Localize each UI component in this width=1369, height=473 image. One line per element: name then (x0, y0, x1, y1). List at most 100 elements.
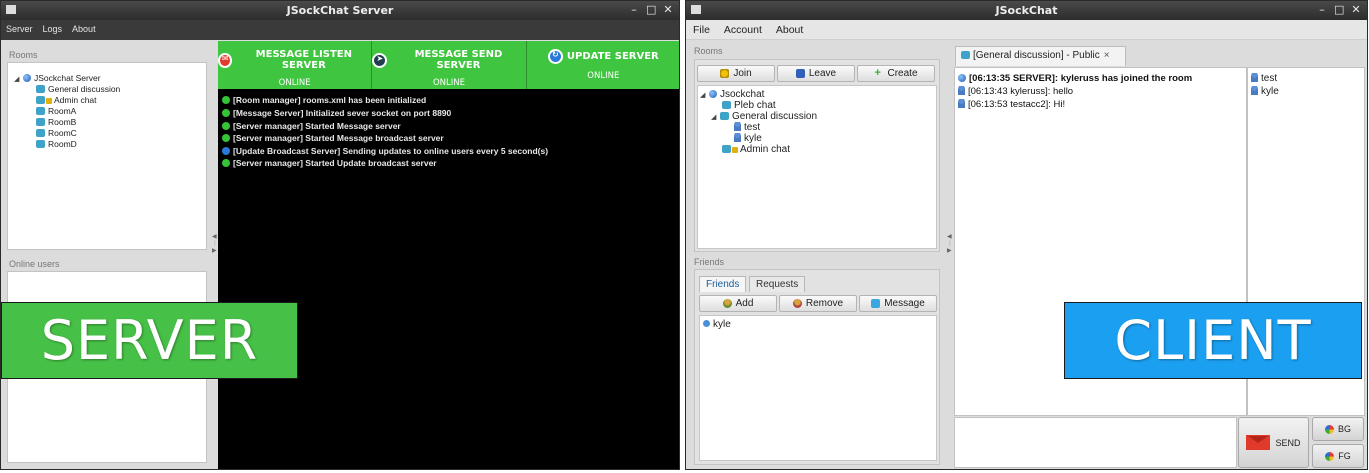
chat-message: [06:13:35 SERVER]: kyleruss has joined t… (958, 73, 1192, 84)
room-icon (36, 140, 45, 148)
tree-room[interactable]: General discussion (36, 84, 120, 95)
plus-icon: + (874, 67, 881, 79)
minimize-icon[interactable]: – (1317, 3, 1327, 17)
tree-user[interactable]: test (734, 122, 760, 133)
menu-logs[interactable]: Logs (38, 20, 68, 40)
log-line: [Room manager] rooms.xml has been initia… (222, 95, 426, 105)
tab-friends[interactable]: Friends (699, 276, 747, 292)
room-icon (36, 118, 45, 126)
room-icon (36, 129, 45, 137)
create-button[interactable]: + Create (857, 65, 935, 82)
splitter-handle[interactable]: ◀ ⋮ ▶ (947, 233, 953, 254)
leave-button[interactable]: Leave (777, 65, 855, 82)
status-dot-icon (222, 159, 230, 167)
menu-account[interactable]: Account (717, 20, 769, 39)
bg-color-button[interactable]: BG (1312, 417, 1364, 441)
chat-message: [06:13:53 testacc2]: Hi! (958, 99, 1065, 110)
room-icon (722, 101, 731, 109)
list-item[interactable]: test (1251, 73, 1277, 84)
room-icon (36, 85, 45, 93)
add-friend-button[interactable]: Add (699, 295, 777, 312)
splitter-handle[interactable]: ◀ ⋮ ▶ (212, 233, 218, 254)
status-state: ONLINE (432, 78, 465, 88)
log-line: [Server manager] Started Message server (222, 121, 401, 131)
user-icon (734, 133, 741, 142)
menu-about[interactable]: About (769, 20, 810, 39)
minimize-icon[interactable]: – (629, 3, 639, 17)
client-rooms-tree[interactable]: ◢ Jsockchat Pleb chat ◢ General discussion… (697, 85, 937, 249)
server-log-area[interactable]: [Room manager] rooms.xml has been initia… (218, 89, 679, 469)
status-send-server: MESSAGE SEND SERVER ONLINE (372, 41, 527, 89)
lock-icon (732, 147, 738, 153)
client-window-title: JSockChat (995, 4, 1058, 17)
globe-icon (709, 90, 717, 98)
join-button[interactable]: Join (697, 65, 775, 82)
status-state: ONLINE (278, 78, 311, 88)
log-line: [Server manager] Started Message broadca… (222, 133, 444, 143)
palette-icon (1325, 451, 1335, 461)
tree-user[interactable]: kyle (734, 133, 762, 144)
friends-panel: Friends Requests Add Remove Message kyle (694, 269, 940, 465)
join-icon (720, 69, 730, 78)
tree-room[interactable]: RoomB (36, 117, 76, 128)
globe-icon (958, 74, 966, 82)
client-titlebar: JSockChat – □ ✕ (686, 1, 1367, 20)
status-listen-server: MESSAGE LISTEN SERVER ONLINE (218, 41, 373, 89)
tree-room[interactable]: ◢ General discussion (711, 111, 817, 123)
add-user-icon (722, 299, 732, 308)
user-icon (958, 86, 965, 95)
menu-file[interactable]: File (686, 20, 717, 39)
room-icon (36, 96, 45, 104)
tree-room[interactable]: Admin chat (36, 95, 97, 106)
list-item[interactable]: kyle (703, 319, 731, 330)
server-menubar: Server Logs About (1, 20, 679, 40)
menu-about[interactable]: About (67, 20, 101, 40)
tree-room[interactable]: RoomD (36, 139, 77, 150)
room-icon (961, 51, 970, 59)
send-button[interactable]: SEND (1238, 417, 1309, 468)
palette-icon (1324, 424, 1334, 434)
expand-arrow-icon[interactable]: ◢ (700, 90, 709, 101)
status-dot-icon (222, 134, 230, 142)
message-input[interactable] (954, 417, 1237, 468)
tree-room[interactable]: RoomA (36, 106, 76, 117)
close-tab-icon[interactable]: × (1104, 50, 1110, 61)
expand-arrow-icon[interactable]: ◢ (14, 74, 23, 85)
tab-requests[interactable]: Requests (749, 276, 806, 292)
room-icon (720, 112, 729, 120)
client-banner: CLIENT (1064, 302, 1362, 379)
status-update-server: UPDATE SERVER ONLINE (527, 41, 679, 89)
tree-room[interactable]: Admin chat (722, 144, 790, 155)
close-icon[interactable]: ✕ (663, 3, 673, 17)
server-status-bar: MESSAGE LISTEN SERVER ONLINE MESSAGE SEN… (218, 41, 679, 89)
chat-message: [06:13:43 kyleruss]: hello (958, 86, 1073, 97)
globe-icon (23, 74, 31, 82)
friends-list[interactable]: kyle (699, 315, 937, 461)
friends-label: Friends (694, 257, 725, 267)
message-friend-button[interactable]: Message (859, 295, 937, 312)
fg-color-button[interactable]: FG (1312, 444, 1364, 468)
tab-general-discussion[interactable]: [General discussion] - Public × (955, 46, 1126, 66)
room-icon (722, 145, 731, 153)
remove-friend-button[interactable]: Remove (779, 295, 857, 312)
rooms-label: Rooms (9, 50, 38, 60)
tree-room[interactable]: Pleb chat (722, 100, 776, 111)
tree-room[interactable]: RoomC (36, 128, 77, 139)
leave-icon (795, 69, 805, 78)
server-rooms-tree[interactable]: ◢ JSockchat Server General discussion Adm… (7, 62, 207, 250)
user-icon (1251, 73, 1258, 82)
refresh-icon (222, 147, 230, 155)
menu-server[interactable]: Server (1, 20, 38, 40)
user-icon (1251, 86, 1258, 95)
close-icon[interactable]: ✕ (1351, 3, 1361, 17)
status-dot-icon (222, 109, 230, 117)
maximize-icon[interactable]: □ (1334, 3, 1344, 17)
client-menubar: File Account About (686, 20, 1367, 40)
envelope-icon (1246, 435, 1271, 450)
list-item[interactable]: kyle (1251, 86, 1279, 97)
status-dot-icon (222, 122, 230, 130)
expand-arrow-icon[interactable]: ◢ (711, 112, 720, 123)
user-icon (958, 99, 965, 108)
maximize-icon[interactable]: □ (646, 3, 656, 17)
send-icon (372, 52, 388, 68)
